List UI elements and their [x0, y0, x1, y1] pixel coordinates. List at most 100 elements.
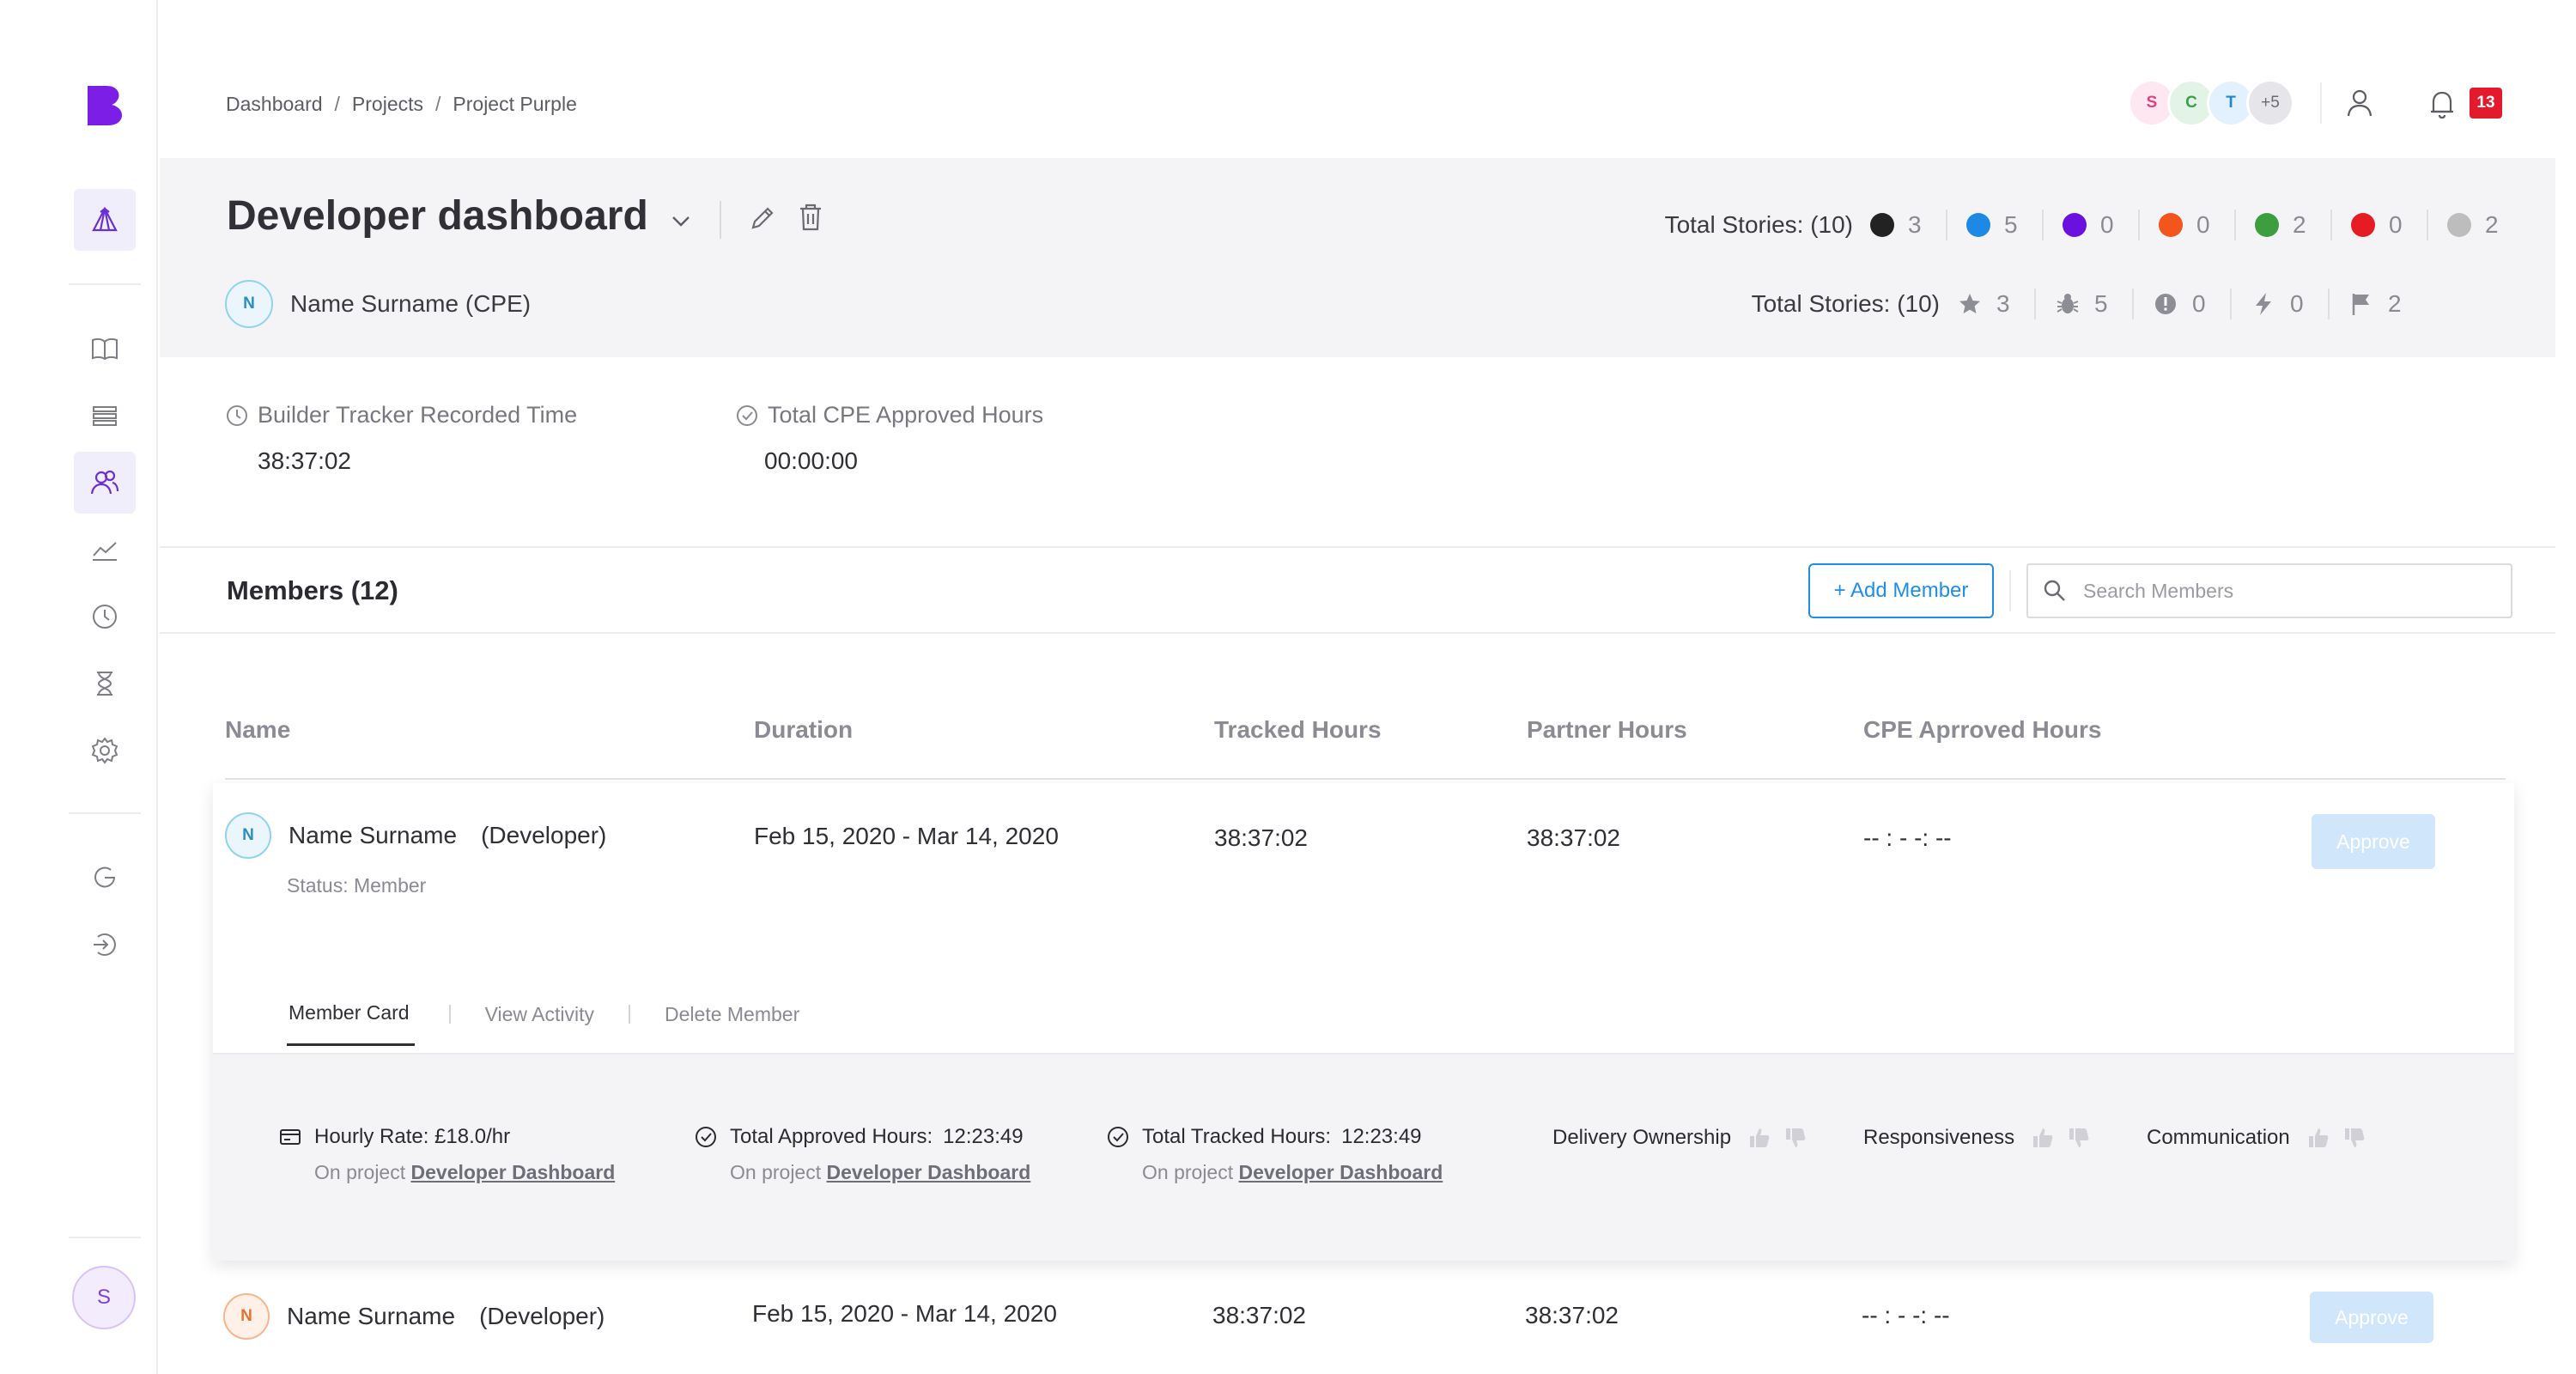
divider: [2234, 210, 2236, 240]
project-link[interactable]: Developer Dashboard: [1239, 1161, 1443, 1183]
divider: [2230, 289, 2232, 319]
divider: [2034, 289, 2036, 319]
approve-button[interactable]: Approve: [2310, 1292, 2433, 1343]
type-count[interactable]: 0: [2251, 290, 2309, 318]
sidebar-item-refresh[interactable]: [74, 847, 136, 909]
recorded-time-label-text: Builder Tracker Recorded Time: [258, 402, 578, 428]
project-link[interactable]: Developer Dashboard: [827, 1161, 1031, 1183]
sidebar-item-members[interactable]: [74, 452, 136, 514]
sidebar-item-list[interactable]: [74, 385, 136, 447]
rating-label: Delivery Ownership: [1552, 1126, 1732, 1149]
approve-button[interactable]: Approve: [2312, 814, 2435, 869]
status-dot: [2255, 213, 2279, 237]
thumbs-down-icon[interactable]: [1783, 1125, 1808, 1151]
status-count[interactable]: 2: [2447, 211, 2504, 239]
member-cpe-hours: -- : - -: --: [1862, 1302, 1950, 1328]
user-icon[interactable]: [2342, 86, 2377, 120]
avatar[interactable]: N: [223, 1293, 270, 1340]
type-count[interactable]: 0: [2153, 290, 2211, 318]
divider: [2427, 210, 2428, 240]
breadcrumb-project-purple[interactable]: Project Purple: [453, 93, 576, 116]
sidebar-divider: [69, 283, 141, 285]
status-count-value: 0: [2196, 211, 2210, 238]
breadcrumb: Dashboard / Projects / Project Purple: [226, 93, 577, 116]
approved-hours: Total CPE Approved Hours 00:00:00: [735, 402, 1043, 475]
divider: [1946, 210, 1947, 240]
hourly-rate: Hourly Rate: £18.0/hr On project Develop…: [278, 1125, 615, 1184]
on-project: On project Developer Dashboard: [1142, 1161, 1443, 1184]
thumbs-down-icon[interactable]: [2342, 1125, 2367, 1151]
type-count[interactable]: 5: [2055, 290, 2113, 318]
tab-delete-member[interactable]: Delete Member: [665, 1003, 799, 1045]
section-divider: [160, 632, 2555, 634]
column-header-name: Name: [225, 716, 291, 743]
members-icon: [90, 470, 119, 495]
rating-communication: Communication: [2147, 1125, 2367, 1151]
total-tracked-hours: Total Tracked Hours: 12:23:49 On project …: [1106, 1125, 1443, 1184]
status-count[interactable]: 0: [2159, 211, 2215, 239]
search-icon: [2044, 580, 2065, 601]
avatar[interactable]: N: [225, 280, 273, 328]
bug-icon: [2057, 294, 2079, 313]
sidebar-item-analytics[interactable]: [74, 519, 136, 581]
project-owner: N Name Surname (CPE): [225, 280, 531, 328]
divider: [2330, 210, 2332, 240]
card-icon: [280, 1129, 301, 1145]
status-count[interactable]: 5: [1966, 211, 2023, 239]
column-header-partner-hours: Partner Hours: [1527, 716, 1687, 743]
hourly-rate-line: Hourly Rate: £18.0/hr: [278, 1125, 615, 1149]
sidebar-item-logout[interactable]: [74, 914, 136, 976]
member-name: N Name Surname (Developer): [223, 1293, 605, 1340]
status-count[interactable]: 3: [1870, 211, 1927, 239]
thumbs-down-icon[interactable]: [2066, 1125, 2092, 1151]
tab-view-activity[interactable]: View Activity: [485, 1003, 594, 1045]
rating-responsiveness: Responsiveness: [1863, 1125, 2092, 1151]
tab-member-card[interactable]: Member Card: [287, 1001, 415, 1046]
add-member-button[interactable]: + Add Member: [1808, 563, 1994, 618]
status-count-value: 3: [1908, 211, 1922, 238]
rating-delivery-ownership: Delivery Ownership: [1552, 1125, 1808, 1151]
type-count[interactable]: 3: [1957, 290, 2015, 318]
sidebar-item-settings[interactable]: [74, 720, 136, 781]
column-header-tracked-hours: Tracked Hours: [1214, 716, 1382, 743]
chevron-down-icon[interactable]: [668, 208, 694, 234]
member-partner-hours: 38:37:02: [1527, 824, 1620, 851]
type-count[interactable]: 2: [2348, 290, 2407, 318]
status-count[interactable]: 2: [2255, 211, 2312, 239]
thumbs-up-icon[interactable]: [2030, 1125, 2056, 1151]
more-avatars-count[interactable]: +5: [2246, 79, 2294, 127]
avatar[interactable]: N: [225, 812, 271, 859]
lightning-icon: [2256, 293, 2271, 315]
notification-badge[interactable]: 13: [2470, 88, 2502, 119]
thumbs-up-icon[interactable]: [1747, 1125, 1772, 1151]
trash-icon[interactable]: [795, 201, 826, 234]
search-input[interactable]: [2083, 579, 2495, 603]
sidebar-item-projects[interactable]: [74, 189, 136, 251]
sidebar-item-docs[interactable]: [74, 318, 136, 380]
tracked-hours-label: Total Tracked Hours:: [1142, 1125, 1332, 1148]
edit-icon[interactable]: [747, 203, 778, 234]
type-count-value: 0: [2290, 290, 2304, 317]
thumbs-up-icon[interactable]: [2306, 1125, 2331, 1151]
star-icon: [1959, 294, 1980, 313]
builder-logo[interactable]: [86, 86, 124, 125]
status-dot: [1966, 213, 1990, 237]
project-link[interactable]: Developer Dashboard: [411, 1161, 616, 1183]
breadcrumb-projects[interactable]: Projects: [352, 93, 423, 116]
status-count[interactable]: 0: [2351, 211, 2408, 239]
status-count-value: 0: [2389, 211, 2403, 238]
chart-icon: [93, 542, 117, 561]
on-project-prefix: On project: [314, 1161, 406, 1183]
tab-divider: [629, 1005, 631, 1024]
sidebar-item-hourglass[interactable]: [74, 653, 136, 714]
status-count[interactable]: 0: [2063, 211, 2119, 239]
approved-hours-label: Total Approved Hours:: [730, 1125, 933, 1148]
bell-icon[interactable]: [2427, 88, 2458, 120]
team-avatars[interactable]: S C T +5: [2128, 79, 2294, 127]
logout-icon: [94, 933, 116, 956]
sidebar-item-time[interactable]: [74, 586, 136, 647]
breadcrumb-dashboard[interactable]: Dashboard: [226, 93, 323, 116]
check-circle-icon: [1108, 1127, 1128, 1147]
status-dot: [2063, 213, 2087, 237]
user-avatar[interactable]: S: [72, 1266, 136, 1329]
